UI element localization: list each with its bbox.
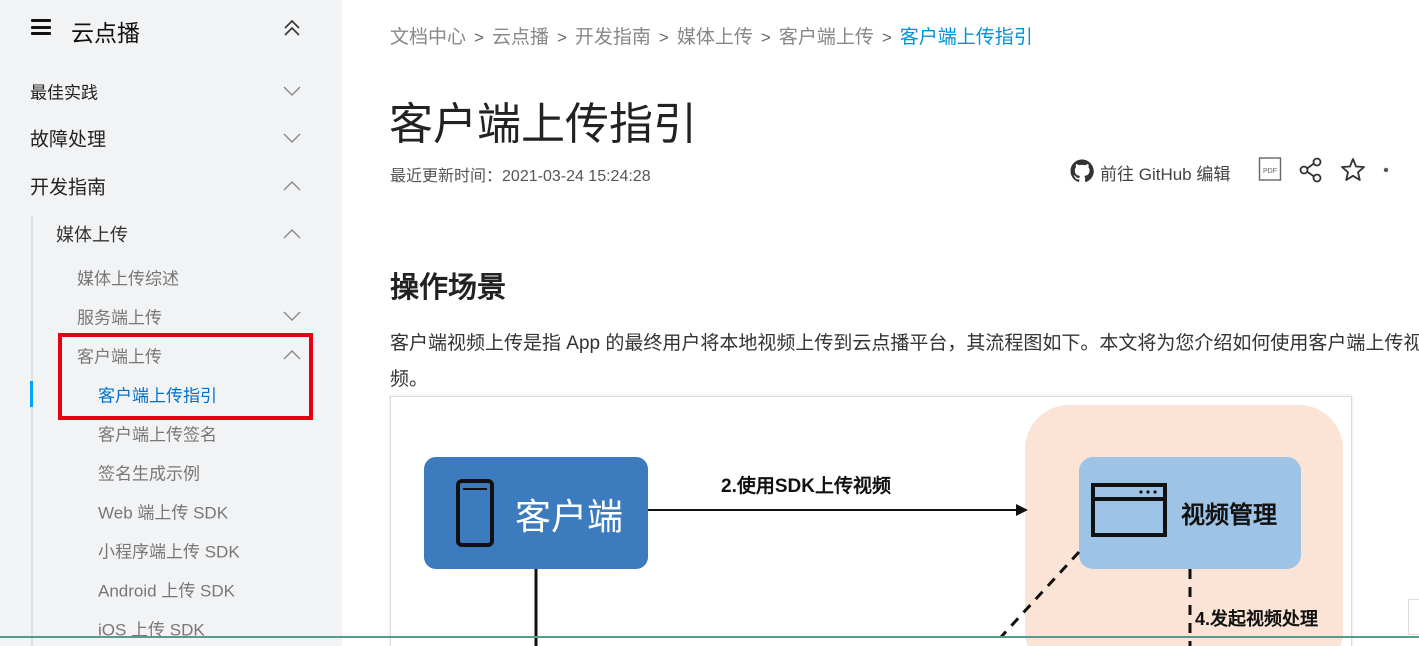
sidebar-title: 云点播 (71, 20, 140, 46)
breadcrumb-item[interactable]: 文档中心 (390, 27, 466, 48)
sidebar-item-android-sdk[interactable]: Android 上传 SDK (0, 570, 342, 608)
breadcrumb-separator-icon: > (658, 28, 669, 47)
pdf-label: PDF (1263, 168, 1277, 175)
intro-paragraph: 客户端视频上传是指 App 的最终用户将本地视频上传到云点播平台，其流程图如下。… (390, 333, 1419, 390)
vod-manage-label: 视频管理 (1181, 501, 1277, 529)
breadcrumb-item[interactable]: 客户端上传 (779, 27, 874, 48)
sidebar: 云点播 最佳实践 故障处理 开发指南 媒体上传 媒体上传综述 服务端上传 客户端… (0, 0, 342, 646)
sidebar-item-label: 客户端上传 (77, 347, 162, 367)
sidebar-item-label: 最佳实践 (30, 83, 98, 103)
chevron-up-icon (283, 181, 301, 191)
chevron-up-icon (283, 229, 301, 239)
github-edit-link[interactable]: 前往 GitHub 编辑 (1070, 156, 1240, 186)
breadcrumb-item[interactable]: 媒体上传 (677, 27, 753, 48)
sidebar-item-client-upload-signature[interactable]: 客户端上传签名 (0, 414, 342, 452)
flow-diagram-svg: 客户端 2.使用SDK上传视频 视频管理 4.发起视频处理 (424, 405, 1343, 646)
breadcrumb-current: 客户端上传指引 (899, 27, 1033, 48)
sidebar-item-troubleshooting[interactable]: 故障处理 (0, 119, 342, 157)
bottom-divider (0, 636, 1419, 638)
pdf-button[interactable]: PDF (1258, 156, 1282, 186)
sidebar-item-label: Web 端上传 SDK (98, 503, 229, 523)
page-title: 客户端上传指引 (389, 100, 697, 149)
breadcrumb-separator-icon: > (760, 28, 771, 47)
sidebar-item-label: Android 上传 SDK (98, 581, 235, 601)
hamburger-icon[interactable] (31, 19, 51, 35)
share-icon (1299, 157, 1322, 183)
sidebar-item-label: 媒体上传综述 (77, 269, 179, 289)
sidebar-item-miniprogram-sdk[interactable]: 小程序端上传 SDK (0, 531, 342, 569)
sidebar-item-web-sdk[interactable]: Web 端上传 SDK (0, 492, 342, 530)
sidebar-item-label: 媒体上传 (56, 225, 128, 245)
process-label: 4.发起视频处理 (1195, 608, 1318, 629)
sidebar-item-dev-guide[interactable]: 开发指南 (0, 167, 342, 205)
section-title: 操作场景 (390, 272, 507, 304)
sidebar-item-ios-sdk[interactable]: iOS 上传 SDK (0, 609, 342, 646)
collapse-all-icon[interactable] (282, 17, 302, 39)
pdf-icon: PDF (1258, 157, 1282, 181)
upload-arrow-label: 2.使用SDK上传视频 (721, 474, 891, 497)
last-updated-label: 最近更新时间： (390, 168, 503, 185)
breadcrumb: 文档中心 > 云点播 > 开发指南 > 媒体上传 > 客户端上传 > 客户端上传指引 (390, 22, 1033, 49)
chevron-up-icon (283, 350, 301, 360)
chevron-down-icon (283, 86, 301, 96)
last-updated-time: 2021-03-24 15:24:28 (502, 168, 651, 185)
client-label: 客户端 (515, 496, 623, 537)
sidebar-item-signature-example[interactable]: 签名生成示例 (0, 453, 342, 491)
sidebar-item-label: 故障处理 (30, 129, 107, 151)
sidebar-item-client-upload-guide[interactable]: 客户端上传指引 (0, 375, 342, 413)
sidebar-item-client-upload[interactable]: 客户端上传 (0, 336, 342, 374)
chevron-down-icon (283, 133, 301, 143)
chevron-down-icon (283, 311, 301, 321)
sidebar-item-label: 客户端上传签名 (98, 425, 217, 445)
main-content: 文档中心 > 云点播 > 开发指南 > 媒体上传 > 客户端上传 > 客户端上传指引 客户端上传指引… (342, 0, 1419, 646)
more-dot-icon (1382, 156, 1390, 186)
sidebar-item-best-practice[interactable]: 最佳实践 (0, 72, 342, 110)
sidebar-item-label: 客户端上传指引 (98, 386, 217, 406)
breadcrumb-separator-icon: > (881, 28, 892, 47)
sidebar-header: 云点播 (0, 0, 342, 58)
breadcrumb-item[interactable]: 云点播 (492, 27, 549, 48)
sidebar-item-label: 签名生成示例 (98, 464, 200, 484)
breadcrumb-item[interactable]: 开发指南 (575, 27, 651, 48)
upload-flow-diagram: 客户端 2.使用SDK上传视频 视频管理 4.发起视频处理 (390, 396, 1352, 646)
sidebar-item-upload-overview[interactable]: 媒体上传综述 (0, 258, 342, 296)
sidebar-item-server-upload[interactable]: 服务端上传 (0, 297, 342, 335)
github-icon (1070, 159, 1094, 183)
breadcrumb-separator-icon: > (474, 28, 484, 47)
floating-widget-edge[interactable] (1408, 599, 1419, 635)
star-icon (1341, 158, 1365, 181)
github-edit-label: 前往 GitHub 编辑 (1100, 165, 1231, 184)
favorite-button[interactable] (1340, 156, 1366, 186)
share-button[interactable] (1298, 156, 1324, 186)
sidebar-item-label: 开发指南 (30, 177, 107, 199)
last-updated: 最近更新时间：2021-03-24 15:24:28 (390, 162, 651, 186)
breadcrumb-separator-icon: > (556, 28, 567, 47)
sidebar-item-label: 服务端上传 (77, 308, 162, 328)
sidebar-item-label: 小程序端上传 SDK (98, 542, 240, 562)
sidebar-item-media-upload[interactable]: 媒体上传 (0, 215, 342, 253)
